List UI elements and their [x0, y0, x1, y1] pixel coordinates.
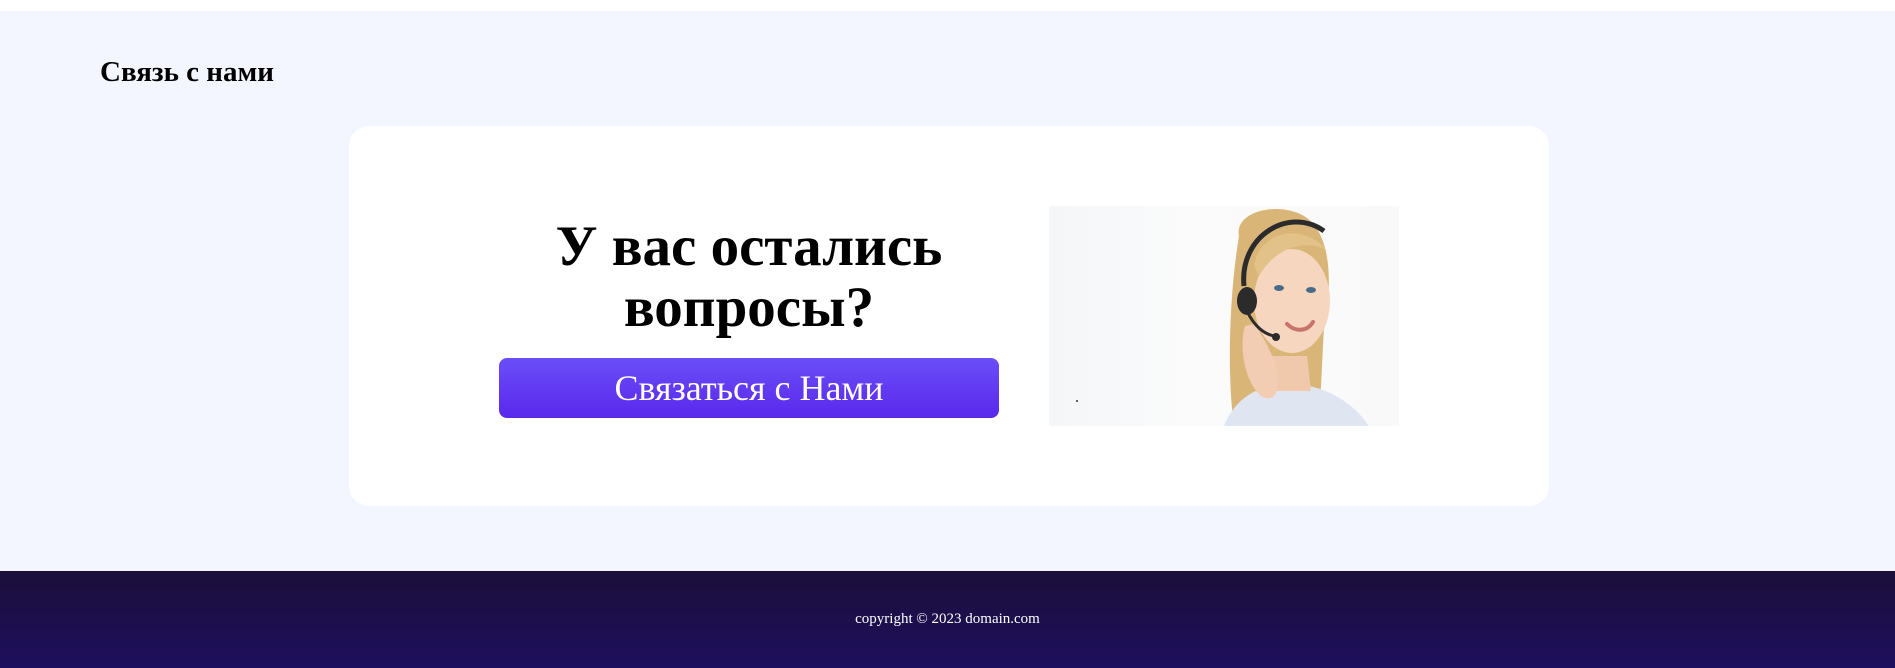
support-operator-photo: [1049, 206, 1399, 426]
contact-us-button[interactable]: Связаться с Нами: [499, 358, 999, 418]
contact-card-text: У вас остались вопросы? Связаться с Нами: [499, 216, 999, 418]
top-strip: [0, 0, 1895, 11]
card-heading: У вас остались вопросы?: [555, 215, 943, 339]
contact-card: У вас остались вопросы? Связаться с Нами: [349, 126, 1549, 506]
footer: copyright © 2023 domain.com: [0, 571, 1895, 668]
copyright-text: copyright © 2023 domain.com: [855, 611, 1040, 627]
contact-section: Связь с нами У вас остались вопросы? Свя…: [0, 11, 1895, 571]
section-title: Связь с нами: [100, 56, 274, 88]
